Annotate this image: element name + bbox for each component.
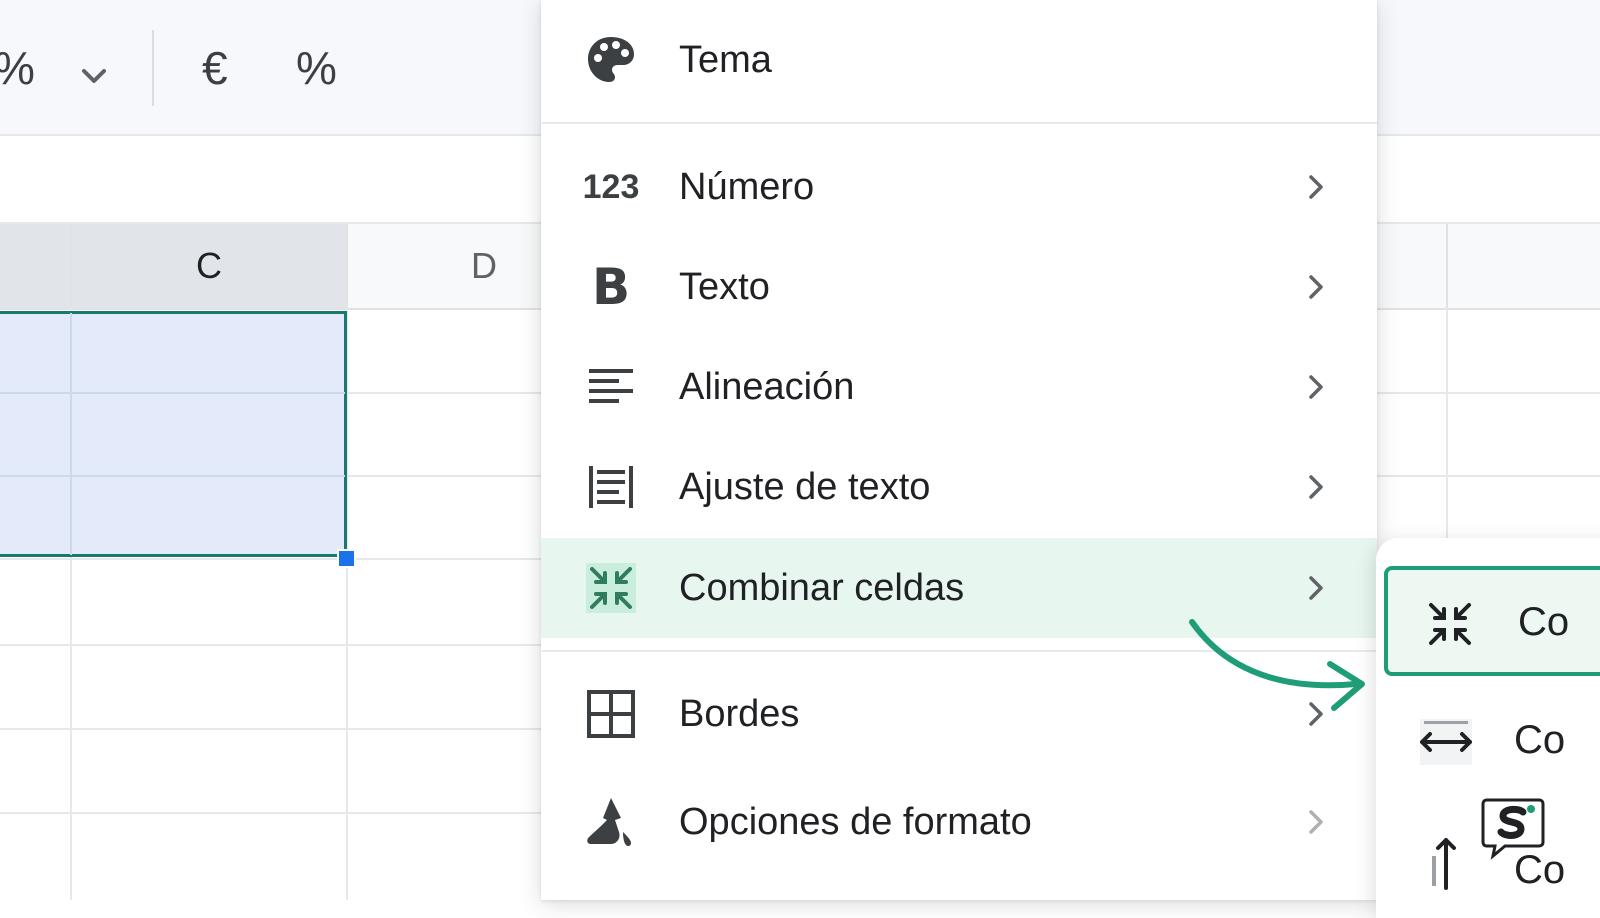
brand-logo-icon bbox=[1481, 798, 1545, 860]
selection-row-line bbox=[0, 475, 345, 477]
percent-format-button[interactable]: % bbox=[0, 40, 35, 96]
chevron-right-icon bbox=[1309, 175, 1323, 199]
submenu-item-merge-all[interactable]: Co bbox=[1384, 566, 1600, 676]
menu-item-label: Ajuste de texto bbox=[679, 465, 931, 508]
currency-format-button[interactable]: € bbox=[202, 40, 228, 96]
menu-item-label: Opciones de formato bbox=[679, 800, 1032, 843]
selection-col-line bbox=[70, 313, 72, 555]
menu-divider bbox=[541, 122, 1377, 124]
chevron-down-icon[interactable] bbox=[78, 48, 110, 104]
percent-format-button-2[interactable]: % bbox=[296, 40, 337, 96]
column-header-c[interactable]: C bbox=[72, 224, 348, 310]
column-header-right[interactable] bbox=[1376, 224, 1448, 310]
fill-handle[interactable] bbox=[337, 549, 356, 568]
toolbar-divider bbox=[152, 30, 154, 106]
menu-item-label: Número bbox=[679, 165, 815, 208]
menu-item-label: Tema bbox=[679, 38, 772, 81]
menu-item-label: Alineación bbox=[679, 365, 855, 408]
merge-vertical-icon bbox=[1418, 836, 1474, 892]
menu-item-label: Bordes bbox=[679, 692, 800, 735]
menu-item-alineacion[interactable]: Alineación bbox=[541, 342, 1377, 432]
merge-horizontal-icon bbox=[1418, 714, 1474, 770]
column-header-far-right[interactable] bbox=[1448, 224, 1600, 310]
chevron-right-icon bbox=[1309, 375, 1323, 399]
format-menu: Tema 123 Número B Texto Alineación Ajust… bbox=[541, 0, 1377, 900]
submenu-item-label: Co bbox=[1514, 718, 1566, 762]
column-header-b[interactable] bbox=[0, 224, 72, 310]
chevron-right-icon bbox=[1309, 475, 1323, 499]
merge-cells-submenu: Co Co Co bbox=[1376, 538, 1600, 918]
align-left-icon bbox=[583, 359, 639, 415]
menu-item-numero[interactable]: 123 Número bbox=[541, 142, 1377, 232]
menu-item-label: Texto bbox=[679, 265, 770, 308]
selection-row-line bbox=[0, 392, 345, 394]
chevron-right-icon bbox=[1309, 810, 1323, 834]
menu-item-opciones-de-formato[interactable]: Opciones de formato bbox=[541, 776, 1377, 868]
pointer-arrow-icon bbox=[1189, 619, 1365, 711]
borders-icon bbox=[583, 686, 639, 742]
merge-all-icon bbox=[1422, 596, 1478, 652]
menu-item-texto[interactable]: B Texto bbox=[541, 242, 1377, 332]
menu-item-ajuste-de-texto[interactable]: Ajuste de texto bbox=[541, 442, 1377, 532]
merge-cells-icon bbox=[583, 560, 639, 616]
number-format-icon: 123 bbox=[582, 167, 640, 206]
menu-item-tema[interactable]: Tema bbox=[541, 18, 1377, 102]
bold-icon: B bbox=[591, 258, 631, 316]
selected-range[interactable] bbox=[0, 311, 347, 557]
menu-item-label: Combinar celdas bbox=[679, 566, 965, 609]
submenu-item-merge-horizontal[interactable]: Co bbox=[1384, 688, 1600, 798]
chevron-right-icon bbox=[1309, 275, 1323, 299]
text-wrap-icon bbox=[583, 459, 639, 515]
submenu-item-label: Co bbox=[1518, 600, 1570, 644]
chevron-right-icon bbox=[1309, 576, 1323, 600]
palette-icon bbox=[583, 32, 639, 88]
paint-format-icon bbox=[583, 794, 639, 850]
